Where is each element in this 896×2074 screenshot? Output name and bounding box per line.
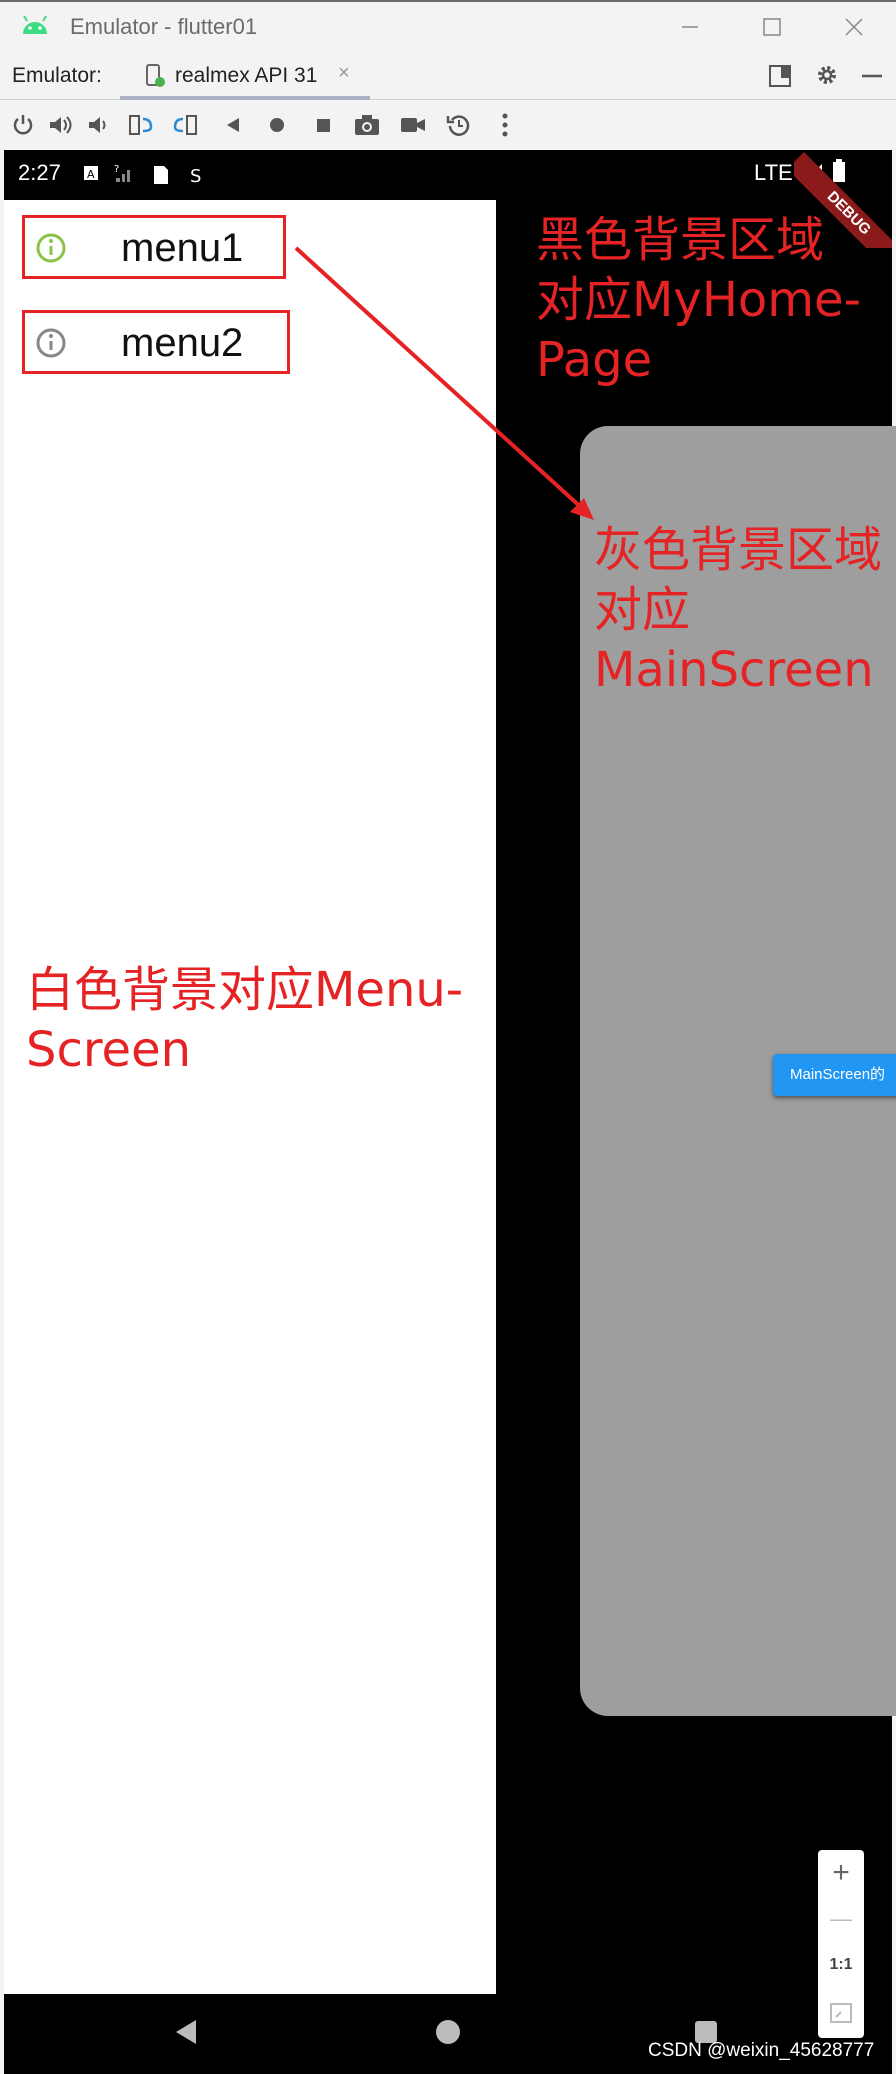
nav-back-icon[interactable] [172,2018,200,2051]
tab-device[interactable]: realmex API 31 × [120,52,370,100]
volume-up-icon[interactable] [46,110,76,140]
window-title: Emulator - flutter01 [70,14,258,39]
main-screen-button[interactable]: MainScreen的 [773,1054,896,1096]
emulator-tab-bar: Emulator: realmex API 31 × [0,52,896,100]
zoom-ratio-button[interactable]: 1:1 [818,1942,864,1988]
home-icon[interactable] [262,110,292,140]
video-icon[interactable] [398,110,428,140]
navigation-bar [4,1994,892,2074]
window-title-bar: Emulator - flutter01 [0,0,896,52]
emulator-toolbar [0,100,896,150]
snapshot-restore-icon[interactable] [444,110,474,140]
device-tab-label: realmex API 31 [175,64,318,87]
back-icon[interactable] [218,110,248,140]
layout-icon[interactable] [768,64,792,93]
annotation-arrow [294,246,594,520]
emulator-label: Emulator: [12,64,102,87]
fit-screen-icon[interactable] [818,1990,864,2036]
camera-icon[interactable] [352,110,382,140]
rotate-left-icon[interactable] [126,110,156,140]
close-window-icon[interactable] [834,10,874,44]
device-icon [144,64,166,93]
zoom-out-button[interactable]: — [818,1896,864,1942]
device-screen: 2:27 A ? S LTE DEBUG menu1 menu2 白色背景对应M… [4,150,896,2074]
volume-down-icon[interactable] [84,110,114,140]
nav-home-icon[interactable] [434,2018,462,2051]
more-options-icon[interactable] [490,110,520,140]
overview-icon[interactable] [308,110,338,140]
zoom-controls: + — 1:1 [818,1850,864,2038]
close-tab-icon[interactable]: × [338,62,350,85]
power-icon[interactable] [8,110,38,140]
gear-icon[interactable] [814,62,840,93]
maximize-icon[interactable] [752,10,792,44]
watermark: CSDN @weixin_45628777 [648,2040,875,2061]
rotate-right-icon[interactable] [172,110,202,140]
hide-panel-icon[interactable] [860,64,884,93]
minimize-icon[interactable] [670,10,710,44]
zoom-in-button[interactable]: + [818,1850,864,1896]
android-icon [20,14,50,40]
annotation-white-area: 白色背景对应Menu- Screen [26,962,464,1078]
